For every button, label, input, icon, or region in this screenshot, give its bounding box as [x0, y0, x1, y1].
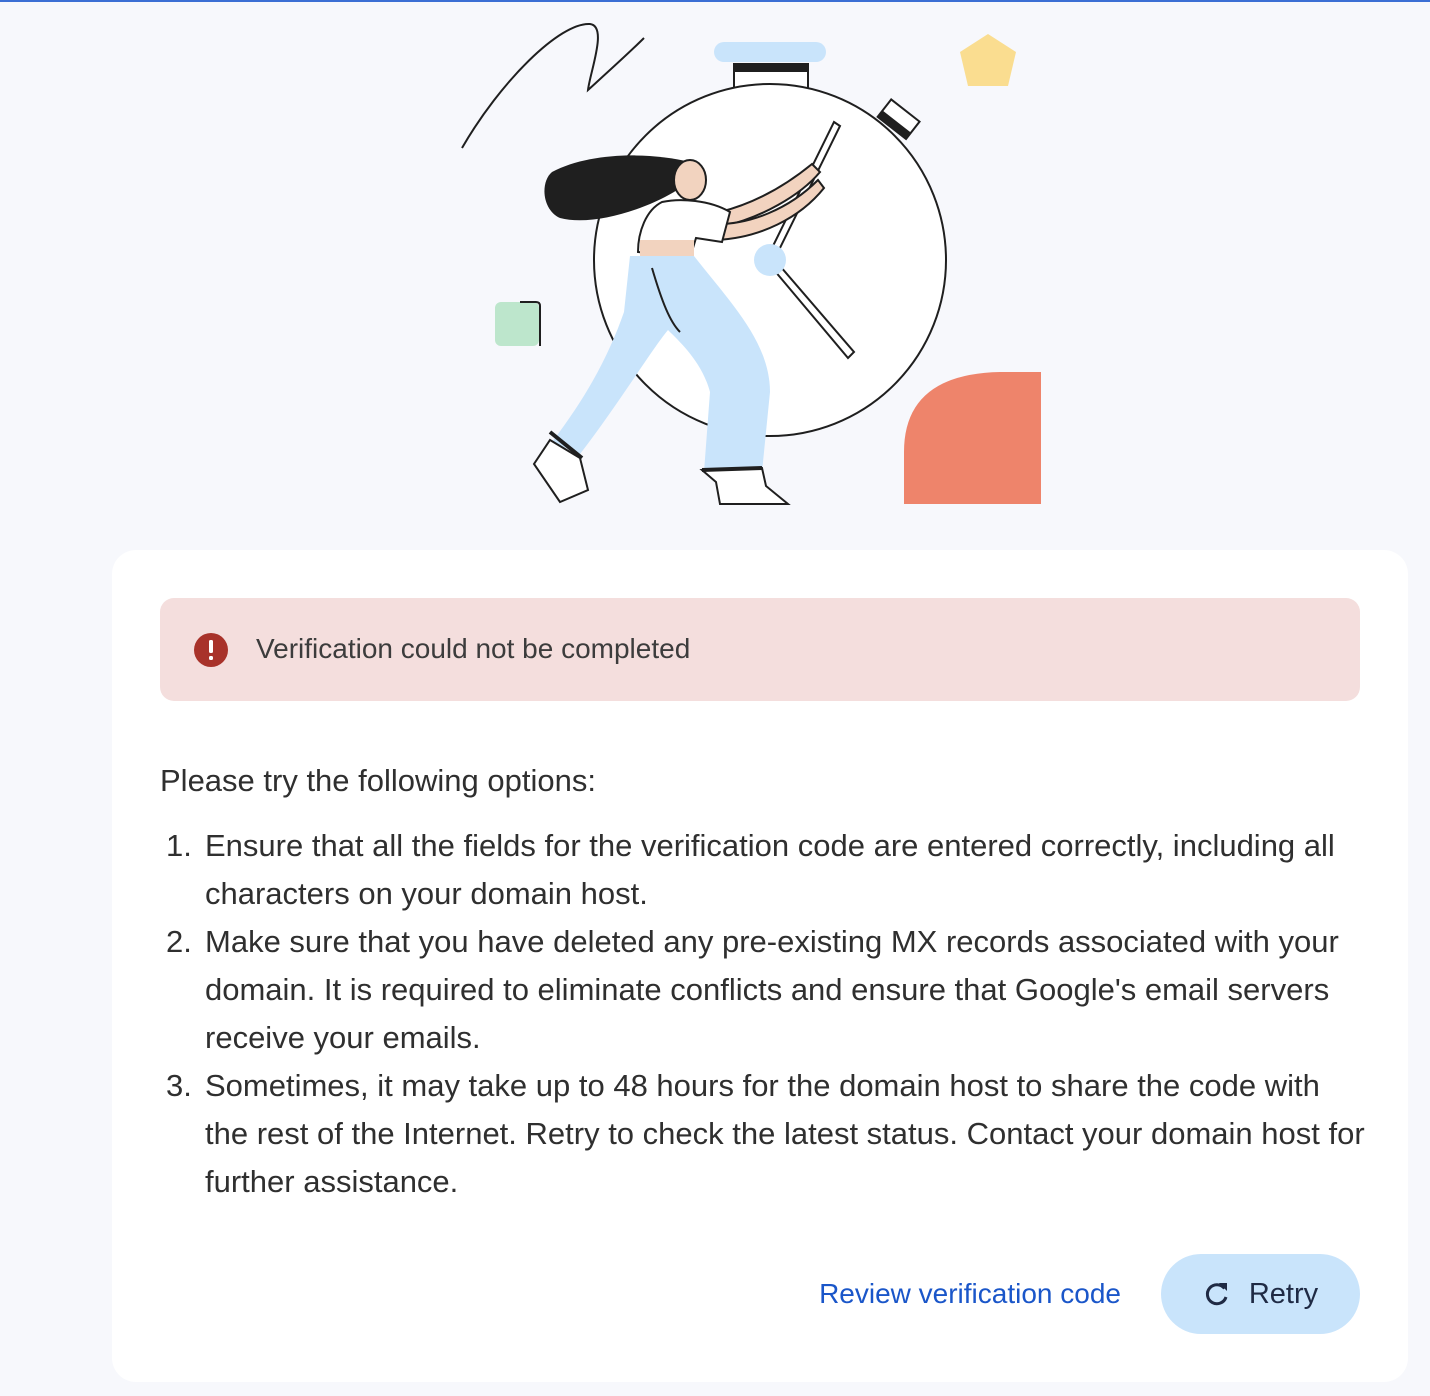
refresh-icon [1205, 1283, 1228, 1306]
stopwatch-top-button [714, 42, 826, 62]
verification-card: Verification could not be completed Plea… [112, 550, 1408, 1382]
option-item-3: 3. Sometimes, it may take up to 48 hours… [160, 1062, 1370, 1206]
option-item-1: 1. Ensure that all the fields for the ve… [160, 822, 1370, 918]
option-item-2: 2. Make sure that you have deleted any p… [160, 918, 1370, 1062]
top-accent-line [0, 0, 1430, 2]
error-alert: Verification could not be completed [160, 598, 1360, 701]
option-text: Sometimes, it may take up to 48 hours fo… [205, 1068, 1365, 1199]
retry-button[interactable]: Retry [1161, 1254, 1360, 1334]
orange-shape [904, 372, 1041, 504]
review-verification-code-button[interactable]: Review verification code [819, 1276, 1121, 1312]
option-number: 2. [166, 924, 192, 959]
yellow-pentagon [960, 34, 1016, 86]
retry-label: Retry [1248, 1278, 1319, 1310]
option-text: Make sure that you have deleted any pre-… [205, 924, 1339, 1055]
options-intro: Please try the following options: [160, 763, 596, 798]
option-number: 3. [166, 1068, 192, 1103]
option-number: 1. [166, 828, 192, 863]
woman-shoe-right [699, 466, 791, 505]
alert-message: Verification could not be completed [256, 633, 691, 664]
options-list: 1. Ensure that all the fields for the ve… [160, 822, 1370, 1206]
squiggle-line [461, 22, 645, 149]
error-icon [194, 633, 228, 667]
action-bar: Review verification code Retry [819, 1254, 1360, 1334]
stopwatch-illustration [461, 22, 1041, 505]
option-text: Ensure that all the fields for the verif… [205, 828, 1335, 911]
green-square [495, 302, 539, 346]
